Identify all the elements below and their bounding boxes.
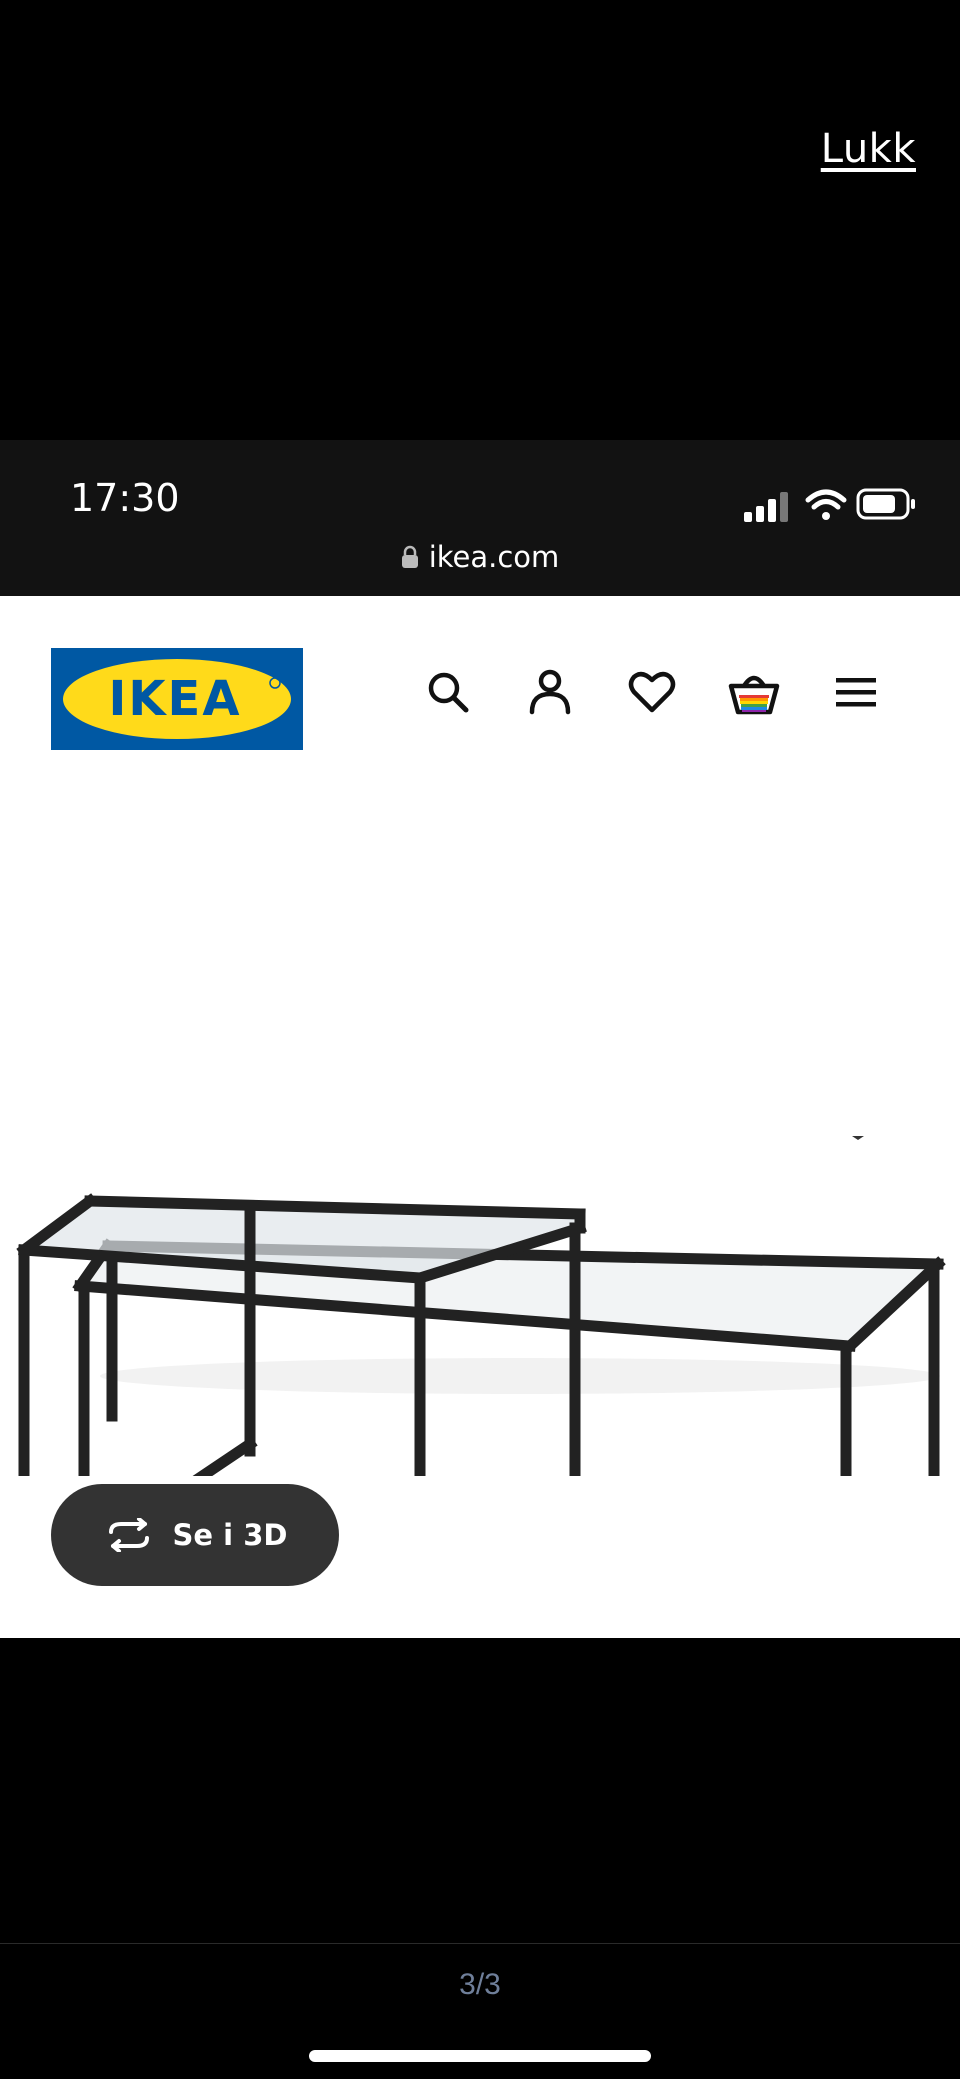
battery-icon	[856, 488, 915, 520]
image-counter: 3/3	[459, 1968, 501, 2001]
product-image	[16, 1136, 946, 1476]
site-header: IKEA	[0, 596, 960, 776]
product-gallery: Se i 3D	[0, 776, 960, 1638]
viewer-bottom: 3/3	[0, 1638, 960, 2079]
close-link[interactable]: Lukk	[821, 126, 916, 172]
view-3d-label: Se i 3D	[172, 1518, 288, 1552]
status-time: 17:30	[70, 476, 180, 520]
screenshot-panel: 17:30 ikea.com IKEA Se i 3D	[0, 440, 960, 1638]
signal-icon	[744, 492, 788, 522]
viewer-divider	[0, 1943, 960, 1944]
status-bar: 17:30 ikea.com	[0, 440, 960, 596]
search-icon[interactable]	[422, 666, 474, 718]
wifi-icon	[805, 489, 847, 520]
user-icon[interactable]	[524, 666, 576, 718]
url-text: ikea.com	[428, 540, 560, 574]
ikea-logo[interactable]: IKEA	[51, 648, 303, 750]
view-3d-button[interactable]: Se i 3D	[51, 1484, 339, 1586]
svg-text:IKEA: IKEA	[109, 671, 242, 727]
basket-icon[interactable]	[728, 666, 780, 718]
status-icons	[744, 488, 915, 522]
menu-icon[interactable]	[830, 666, 882, 718]
heart-icon[interactable]	[626, 666, 678, 718]
rotate-3d-icon	[108, 1518, 149, 1552]
viewer-top: Lukk	[0, 0, 960, 440]
lock-icon	[401, 545, 418, 568]
home-indicator[interactable]	[309, 2050, 651, 2062]
url-bar[interactable]: ikea.com	[0, 540, 960, 574]
